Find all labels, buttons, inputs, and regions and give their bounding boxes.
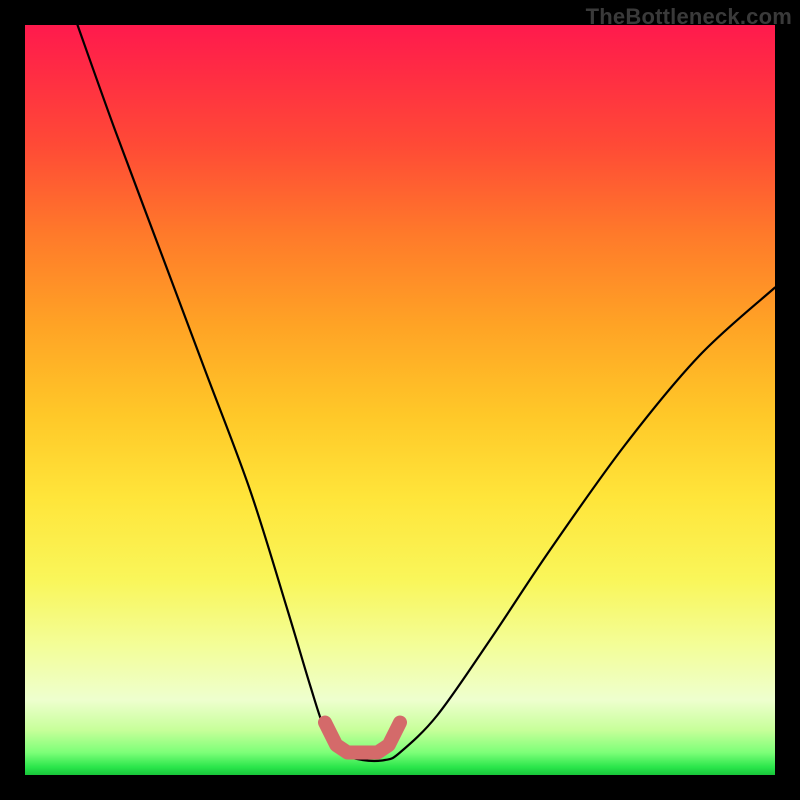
- heatmap-gradient: [25, 25, 775, 775]
- plot-area: [25, 25, 775, 775]
- chart-frame: TheBottleneck.com: [0, 0, 800, 800]
